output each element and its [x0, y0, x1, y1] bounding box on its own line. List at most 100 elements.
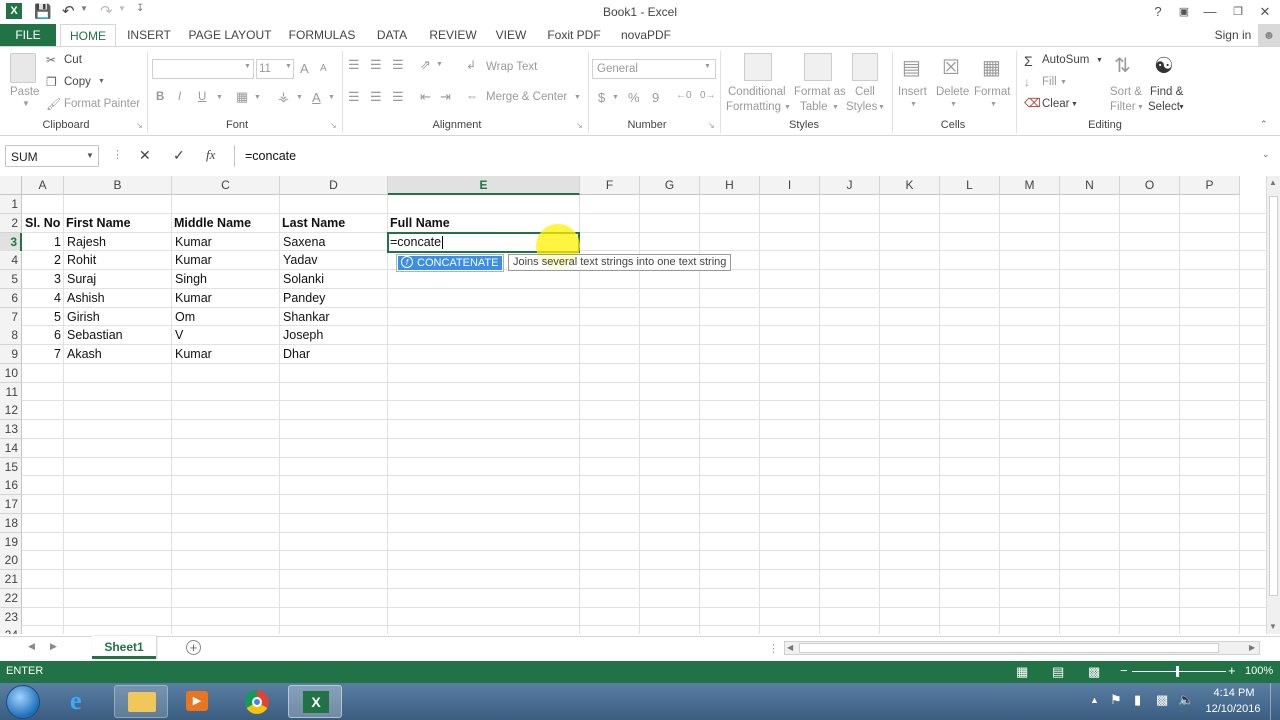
- vertical-scrollbar[interactable]: ▲ ▼: [1266, 176, 1280, 634]
- row-header-21[interactable]: 21: [0, 570, 22, 589]
- show-desktop-button[interactable]: [1270, 683, 1280, 720]
- row-header-3[interactable]: 3: [0, 232, 22, 252]
- select-all-corner[interactable]: [0, 176, 22, 195]
- row-header-10[interactable]: 10: [0, 363, 22, 383]
- save-icon[interactable]: 💾: [34, 3, 51, 20]
- percent-button[interactable]: %: [628, 90, 640, 105]
- cell-b9[interactable]: Akash: [65, 345, 171, 364]
- number-format-dropdown-icon[interactable]: ▼: [704, 63, 711, 70]
- tab-review[interactable]: REVIEW: [428, 24, 478, 46]
- cell-a4[interactable]: 2: [23, 251, 63, 270]
- action-center-flag-icon[interactable]: ⚑: [1110, 692, 1122, 708]
- align-left-icon[interactable]: ☰: [348, 89, 360, 105]
- increase-decimal-icon[interactable]: ←0: [676, 90, 692, 101]
- tab-file[interactable]: FILE: [0, 24, 56, 46]
- conditional-formatting-button[interactable]: Conditional: [728, 86, 786, 98]
- increase-indent-icon[interactable]: ⇥: [440, 89, 451, 105]
- wrap-text-button[interactable]: Wrap Text: [486, 61, 537, 73]
- cell-styles-dropdown-icon[interactable]: ▼: [878, 104, 885, 111]
- conditional-formatting-label[interactable]: Formatting: [726, 101, 781, 113]
- row-header-11[interactable]: 11: [0, 382, 22, 402]
- sort-filter-icon[interactable]: ⇅: [1114, 53, 1131, 78]
- redo-icon[interactable]: ↷: [100, 2, 113, 20]
- cell-b3[interactable]: Rajesh: [65, 233, 171, 252]
- number-format-select[interactable]: General: [592, 59, 716, 79]
- cell-b8[interactable]: Sebastian: [65, 326, 171, 345]
- cell-a2[interactable]: Sl. No: [23, 214, 64, 233]
- sort-filter-button[interactable]: Sort &: [1110, 86, 1142, 98]
- fill-button[interactable]: Fill: [1042, 76, 1057, 88]
- user-avatar-icon[interactable]: ☻: [1258, 24, 1280, 46]
- merge-dropdown-icon[interactable]: ▼: [574, 94, 581, 101]
- format-cells-icon[interactable]: ▦: [982, 55, 1001, 80]
- column-header-i[interactable]: I: [760, 176, 820, 195]
- cut-icon[interactable]: ✂: [46, 53, 56, 67]
- number-launcher-icon[interactable]: ↘: [708, 121, 715, 130]
- cell-b5[interactable]: Suraj: [65, 270, 171, 289]
- cell-a8[interactable]: 6: [23, 326, 63, 345]
- format-as-table-icon[interactable]: [804, 53, 832, 81]
- copy-icon[interactable]: ❐: [46, 75, 57, 89]
- underline-button[interactable]: U: [198, 91, 206, 103]
- delete-cells-button[interactable]: Delete: [936, 86, 969, 98]
- page-layout-view-icon[interactable]: ▤: [1052, 664, 1064, 680]
- row-header-19[interactable]: 19: [0, 532, 22, 552]
- cell-d3[interactable]: Saxena: [281, 233, 387, 252]
- ribbon-display-icon[interactable]: ▣: [1173, 2, 1195, 22]
- format-as-table-button[interactable]: Format as: [794, 86, 846, 98]
- fill-color-dropdown-icon[interactable]: ▼: [296, 94, 303, 101]
- clock-time[interactable]: 4:14 PM: [1206, 687, 1262, 699]
- normal-view-icon[interactable]: ▦: [1016, 664, 1028, 680]
- format-cells-button[interactable]: Format: [974, 86, 1010, 98]
- bold-button[interactable]: B: [156, 91, 164, 103]
- copy-button[interactable]: Copy: [64, 76, 91, 88]
- undo-dropdown-icon[interactable]: ▼: [80, 4, 88, 13]
- scroll-left-icon[interactable]: ◀: [787, 643, 793, 652]
- column-header-c[interactable]: C: [172, 176, 280, 195]
- name-box-dropdown-icon[interactable]: ▼: [86, 151, 94, 160]
- borders-icon[interactable]: ▦: [236, 89, 248, 105]
- tab-foxit-pdf[interactable]: Foxit PDF: [546, 24, 602, 46]
- column-header-b[interactable]: B: [64, 176, 172, 195]
- zoom-in-button[interactable]: +: [1228, 663, 1236, 678]
- tab-split-handle[interactable]: ⋮: [768, 642, 779, 655]
- row-header-6[interactable]: 6: [0, 288, 22, 308]
- autosum-icon[interactable]: Σ: [1024, 53, 1033, 69]
- find-select-button[interactable]: Find &: [1150, 86, 1183, 98]
- format-dropdown-icon[interactable]: ▼: [990, 101, 997, 108]
- redo-dropdown-icon[interactable]: ▼: [118, 4, 126, 13]
- insert-function-button[interactable]: fx: [206, 147, 215, 163]
- horizontal-scroll-thumb[interactable]: [799, 643, 1219, 653]
- battery-icon[interactable]: ▮: [1134, 692, 1141, 708]
- sort-filter-label[interactable]: Filter: [1110, 101, 1136, 113]
- column-header-o[interactable]: O: [1120, 176, 1180, 195]
- column-header-f[interactable]: F: [580, 176, 640, 195]
- cell-d6[interactable]: Pandey: [281, 289, 387, 308]
- expand-formula-bar-icon[interactable]: ⌄: [1262, 149, 1270, 160]
- help-button[interactable]: ?: [1147, 2, 1169, 22]
- cell-d2[interactable]: Last Name: [280, 214, 387, 233]
- cell-a6[interactable]: 4: [23, 289, 63, 308]
- cell-d4[interactable]: Yadav: [281, 251, 387, 270]
- row-header-15[interactable]: 15: [0, 457, 22, 477]
- insert-cells-icon[interactable]: ▤: [902, 55, 921, 80]
- align-center-icon[interactable]: ☰: [370, 89, 382, 105]
- page-break-view-icon[interactable]: ▩: [1088, 664, 1100, 680]
- format-as-table-dropdown-icon[interactable]: ▼: [832, 104, 839, 111]
- column-header-g[interactable]: G: [640, 176, 700, 195]
- orientation-icon[interactable]: ⇗: [420, 57, 431, 73]
- cell-a3[interactable]: 1: [23, 233, 63, 252]
- cell-d5[interactable]: Solanki: [281, 270, 387, 289]
- row-header-20[interactable]: 20: [0, 551, 22, 571]
- cell-c4[interactable]: Kumar: [173, 251, 279, 270]
- font-name-input[interactable]: [152, 59, 254, 79]
- row-header-24[interactable]: 24: [0, 626, 22, 634]
- comma-button[interactable]: 9: [652, 90, 659, 105]
- row-header-13[interactable]: 13: [0, 420, 22, 439]
- merge-center-button[interactable]: Merge & Center: [486, 91, 567, 103]
- sign-in-link[interactable]: Sign in: [1210, 24, 1256, 46]
- cell-b4[interactable]: Rohit: [65, 251, 171, 270]
- cut-button[interactable]: Cut: [64, 54, 82, 66]
- tab-data[interactable]: DATA: [372, 24, 412, 46]
- clear-dropdown-icon[interactable]: ▼: [1071, 101, 1078, 108]
